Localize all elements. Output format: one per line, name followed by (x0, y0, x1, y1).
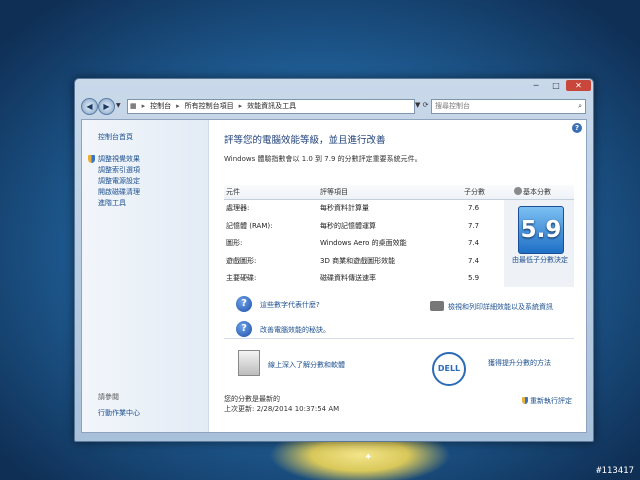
status-text: 您的分數是最新的 上次更新: 2/28/2014 10:37:54 AM (224, 394, 339, 414)
row-rating: 每秒資料計算量 (320, 204, 369, 212)
sidebar-item-home[interactable]: 控制台首頁 (98, 132, 133, 142)
gear-icon (514, 187, 522, 195)
improve-score-link[interactable]: 獲得提升分數的方法 (488, 358, 551, 368)
table-header: 元件 評等項目 子分數 基本分數 (224, 185, 574, 200)
row-component: 遊戲圖形: (226, 256, 257, 265)
learn-online-link[interactable]: 線上深入了解分數和軟體 (268, 360, 345, 370)
row-score: 7.7 (468, 221, 480, 230)
sidebar: 控制台首頁 調整視覺效果 調整索引選項 調整電源設定 開啟磁碟清理 進階工具 請… (82, 120, 209, 432)
sidebar-item-label: 開啟磁碟清理 (98, 188, 140, 196)
sidebar-item-visual-effects[interactable]: 調整視覺效果 (88, 154, 140, 165)
row-score: 7.4 (468, 256, 480, 265)
forward-button[interactable]: ▶ (98, 98, 115, 115)
row-score: 7.6 (468, 204, 480, 212)
search-input[interactable]: 搜尋控制台 (435, 102, 470, 110)
row-component: 記憶體 (RAM): (226, 221, 273, 230)
sidebar-item-advanced-tools[interactable]: 進階工具 (90, 198, 140, 209)
row-score: 7.4 (468, 239, 480, 247)
recent-pages-dropdown-icon[interactable]: ▼ (116, 102, 121, 109)
rerun-label: 重新執行評定 (530, 397, 572, 405)
address-dropdown-icon[interactable]: ▼ (415, 101, 420, 109)
shield-icon (522, 397, 528, 404)
divider (224, 338, 574, 339)
back-button[interactable]: ◀ (81, 98, 98, 115)
content-area: ? 控制台首頁 調整視覺效果 調整索引選項 調整電源設定 開啟磁碟清理 進階工具… (81, 119, 587, 433)
search-icon[interactable]: ⌕ (578, 100, 582, 113)
tips-link[interactable]: 改善電腦效能的秘訣。 (260, 325, 330, 335)
software-box-icon (238, 350, 260, 376)
header-subscore: 子分數 (464, 188, 485, 196)
sidebar-links: 調整視覺效果 調整索引選項 調整電源設定 開啟磁碟清理 進階工具 (88, 154, 140, 209)
sidebar-item-power[interactable]: 調整電源設定 (90, 176, 140, 187)
row-rating: 磁碟資料傳送速率 (320, 274, 376, 282)
row-rating: Windows Aero 的桌面效能 (320, 239, 407, 247)
row-score: 5.9 (468, 274, 480, 282)
see-also-label: 請參閱 (98, 393, 119, 401)
sidebar-item-indexing[interactable]: 調整索引選項 (90, 165, 140, 176)
row-component: 處理器: (226, 204, 250, 212)
sidebar-item-label: 進階工具 (98, 199, 126, 207)
sidebar-item-label: 調整視覺效果 (98, 155, 140, 163)
header-base-score: 基本分數 (514, 185, 551, 199)
header-rating: 評等項目 (320, 188, 348, 196)
breadcrumb-item-all-items[interactable]: 所有控制台項目 (183, 100, 236, 113)
search-box[interactable]: 搜尋控制台 ⌕ (431, 99, 586, 114)
print-details-link[interactable]: 檢視和列印詳細效能以及系統資訊 (448, 302, 553, 312)
breadcrumb-separator-icon: ▸ (141, 102, 146, 110)
row-rating: 每秒的記憶體運算 (320, 221, 376, 230)
main-panel: 評等您的電腦效能等級，並且進行改善 Windows 體驗指數會以 1.0 到 7… (218, 120, 586, 432)
row-rating: 3D 商業和遊戲圖形效能 (320, 256, 396, 265)
dell-logo-icon: DELL (432, 352, 466, 386)
status-line-current: 您的分數是最新的 (224, 395, 280, 403)
rerun-assessment-button[interactable]: 重新執行評定 (522, 396, 572, 406)
action-center-link[interactable]: 行動作業中心 (98, 408, 140, 418)
sidebar-item-label: 調整電源設定 (98, 177, 140, 185)
shield-icon (88, 155, 95, 163)
address-bar[interactable]: ▦ ▸ 控制台 ▸ 所有控制台項目 ▸ 效能資訊及工具 (127, 99, 415, 114)
breadcrumb-item-control-panel[interactable]: 控制台 (148, 100, 173, 113)
close-button[interactable]: ✕ (566, 80, 591, 91)
minimize-button[interactable]: ─ (527, 80, 545, 91)
base-score-label: 由最低子分數決定 (512, 256, 568, 264)
base-score-panel: 5.9 由最低子分數決定 (504, 200, 574, 287)
base-score-badge: 5.9 (518, 206, 564, 254)
maximize-button[interactable]: □ (547, 80, 565, 91)
row-component: 圖形: (226, 239, 243, 247)
header-component: 元件 (226, 188, 240, 196)
control-panel-icon: ▦ (130, 102, 137, 110)
breadcrumb-item-performance[interactable]: 效能資訊及工具 (245, 100, 298, 113)
page-title: 評等您的電腦效能等級，並且進行改善 (224, 135, 386, 146)
navigation-bar: ◀ ▶ ▼ ▦ ▸ 控制台 ▸ 所有控制台項目 ▸ 效能資訊及工具 ▼ ⟳ 搜尋控制台 ⌕ (79, 96, 589, 116)
breadcrumb-separator-icon: ▸ (238, 102, 243, 110)
status-line-last-update: 上次更新: 2/28/2014 10:37:54 AM (224, 405, 340, 413)
sidebar-item-label: 調整索引選項 (98, 166, 140, 174)
title-bar: ─ □ ✕ (75, 79, 593, 93)
what-mean-link[interactable]: 這些數字代表什麼? (260, 300, 320, 310)
performance-window: ─ □ ✕ ◀ ▶ ▼ ▦ ▸ 控制台 ▸ 所有控制台項目 ▸ 效能資訊及工具 ▼ ⟳ 搜尋… (74, 78, 594, 442)
row-component: 主要硬碟: (226, 274, 257, 282)
sparkle-icon: ✦ (364, 452, 373, 463)
sidebar-item-disk-cleanup[interactable]: 開啟磁碟清理 (90, 187, 140, 198)
page-description: Windows 體驗指數會以 1.0 到 7.9 的分數評定重要系統元件。 (224, 155, 422, 163)
help-question-icon: ? (236, 296, 252, 312)
watermark-text: #113417 (596, 466, 634, 476)
help-question-icon: ? (236, 321, 252, 337)
breadcrumb-separator-icon: ▸ (176, 102, 180, 110)
printer-icon (430, 301, 444, 311)
header-base-score-label: 基本分數 (523, 188, 551, 196)
refresh-icon[interactable]: ⟳ (423, 101, 429, 109)
